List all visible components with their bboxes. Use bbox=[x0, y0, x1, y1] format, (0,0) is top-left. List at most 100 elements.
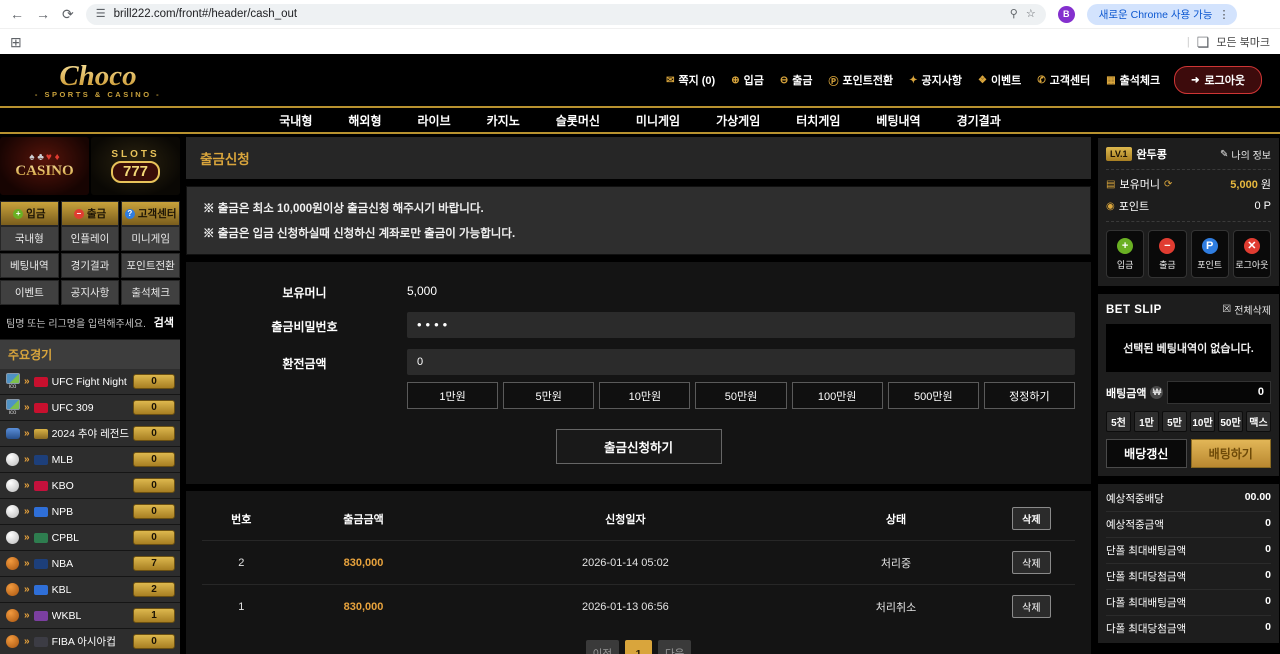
sidebar-menu-button[interactable]: 베팅내역 bbox=[0, 253, 59, 278]
clear-all-button[interactable]: ☒ 전체삭제 bbox=[1222, 302, 1271, 317]
nav-item[interactable]: 슬롯머신 bbox=[556, 112, 600, 129]
bet-quick-button[interactable]: 50만 bbox=[1218, 411, 1243, 432]
quick-amount-button[interactable]: 5만원 bbox=[503, 382, 594, 409]
sidebar-menu-button[interactable]: 이벤트 bbox=[0, 280, 59, 305]
site-info-icon[interactable]: ☰ bbox=[96, 9, 106, 20]
bet-amount-input[interactable]: 0 bbox=[1167, 381, 1271, 404]
page-current-button[interactable]: 1 bbox=[625, 640, 652, 654]
user-action-button[interactable]: P 포인트 bbox=[1191, 230, 1229, 278]
user-action-button[interactable]: + 입금 bbox=[1106, 230, 1144, 278]
forward-icon[interactable]: → bbox=[36, 7, 50, 21]
bookmark-star-icon[interactable]: ☆ bbox=[1026, 9, 1036, 20]
sidebar-quick-button[interactable]: − 출금 bbox=[61, 201, 120, 226]
nav-item[interactable]: 가상게임 bbox=[716, 112, 760, 129]
quick-amount-button[interactable]: 50만원 bbox=[695, 382, 786, 409]
quick-amount-button[interactable]: 정정하기 bbox=[984, 382, 1075, 409]
nav-item[interactable]: 라이브 bbox=[417, 112, 450, 129]
league-count-badge[interactable]: 0 bbox=[133, 452, 175, 467]
nav-item[interactable]: 해외형 bbox=[348, 112, 381, 129]
league-row[interactable]: » WKBL 1 bbox=[0, 603, 180, 629]
league-row[interactable]: ico » UFC 309 0 bbox=[0, 395, 180, 421]
reload-icon[interactable]: ⟳ bbox=[62, 7, 74, 21]
sidebar-menu-button[interactable]: 공지사항 bbox=[61, 280, 120, 305]
address-bar[interactable]: ☰ brill222.com/front#/header/cash_out ⚲ … bbox=[86, 4, 1046, 25]
league-count-badge[interactable]: 1 bbox=[133, 608, 175, 623]
league-row[interactable]: » KBL 2 bbox=[0, 577, 180, 603]
quick-amount-button[interactable]: 100만원 bbox=[792, 382, 883, 409]
browser-menu-icon[interactable]: ⋮ bbox=[1218, 8, 1229, 21]
league-count-badge[interactable]: 0 bbox=[133, 530, 175, 545]
top-menu-item[interactable]: Ⓟ 포인트전환 bbox=[828, 72, 893, 88]
league-count-badge[interactable]: 0 bbox=[133, 426, 175, 441]
nav-item[interactable]: 카지노 bbox=[487, 112, 520, 129]
top-menu-item[interactable]: ✉ 쪽지 (0) bbox=[666, 72, 715, 88]
league-row[interactable]: » KBO 0 bbox=[0, 473, 180, 499]
league-count-badge[interactable]: 0 bbox=[133, 400, 175, 415]
bet-quick-button[interactable]: 10만 bbox=[1190, 411, 1215, 432]
delete-button[interactable]: 삭제 bbox=[1012, 595, 1050, 618]
top-menu-item[interactable]: ❖ 이벤트 bbox=[978, 72, 1021, 88]
key-icon[interactable]: ⚲ bbox=[1010, 9, 1018, 20]
league-count-badge[interactable]: 0 bbox=[133, 504, 175, 519]
amount-field[interactable]: 0 bbox=[407, 349, 1075, 375]
back-icon[interactable]: ← bbox=[10, 7, 24, 21]
user-action-button[interactable]: ✕ 로그아웃 bbox=[1233, 230, 1271, 278]
nav-item[interactable]: 터치게임 bbox=[796, 112, 840, 129]
league-row[interactable]: » 2024 추야 레전드컵 0 bbox=[0, 421, 180, 447]
quick-amount-button[interactable]: 500만원 bbox=[888, 382, 979, 409]
league-count-badge[interactable]: 2 bbox=[133, 582, 175, 597]
league-row[interactable]: » CPBL 0 bbox=[0, 525, 180, 551]
league-row[interactable]: » FIBA 아시아컵 0 bbox=[0, 629, 180, 654]
top-menu-item[interactable]: ⊕ 입금 bbox=[731, 72, 764, 88]
search-input[interactable]: 팀명 또는 리그명을 입력해주세요. bbox=[6, 315, 146, 330]
league-count-badge[interactable]: 0 bbox=[133, 374, 175, 389]
league-row[interactable]: ico » UFC Fight Night 0 bbox=[0, 369, 180, 395]
nav-item[interactable]: 국내형 bbox=[279, 112, 312, 129]
sidebar-quick-button[interactable]: ? 고객센터 bbox=[121, 201, 180, 226]
slots-banner[interactable]: SLOTS 777 bbox=[91, 137, 180, 195]
league-count-badge[interactable]: 7 bbox=[133, 556, 175, 571]
top-menu-item[interactable]: ✦ 공지사항 bbox=[909, 72, 962, 88]
url-text[interactable]: brill222.com/front#/header/cash_out bbox=[114, 8, 1002, 20]
chrome-update-pill[interactable]: 새로운 Chrome 사용 가능 ⋮ bbox=[1087, 4, 1238, 25]
page-next-button[interactable]: 다음 bbox=[658, 640, 691, 654]
password-field[interactable]: •••• bbox=[407, 312, 1075, 338]
sidebar-menu-button[interactable]: 인플레이 bbox=[61, 226, 120, 251]
bet-quick-button[interactable]: 맥스 bbox=[1246, 411, 1271, 432]
user-action-button[interactable]: − 출금 bbox=[1148, 230, 1186, 278]
refresh-icon[interactable]: ⟳ bbox=[1164, 179, 1172, 190]
bet-quick-button[interactable]: 1만 bbox=[1134, 411, 1159, 432]
sidebar-menu-button[interactable]: 국내형 bbox=[0, 226, 59, 251]
sidebar-menu-button[interactable]: 출석체크 bbox=[121, 280, 180, 305]
nav-item[interactable]: 경기결과 bbox=[957, 112, 1001, 129]
search-button[interactable]: 검색 bbox=[154, 314, 174, 330]
league-count-badge[interactable]: 0 bbox=[133, 478, 175, 493]
bet-quick-button[interactable]: 5만 bbox=[1162, 411, 1187, 432]
casino-banner[interactable]: ♠ ♣ ♥ ♦ CASINO bbox=[0, 137, 89, 195]
quick-amount-button[interactable]: 1만원 bbox=[407, 382, 498, 409]
sidebar-menu-button[interactable]: 미니게임 bbox=[121, 226, 180, 251]
league-row[interactable]: » MLB 0 bbox=[0, 447, 180, 473]
bet-quick-button[interactable]: 5천 bbox=[1106, 411, 1131, 432]
odds-refresh-button[interactable]: 배당갱신 bbox=[1106, 439, 1187, 468]
league-count-badge[interactable]: 0 bbox=[133, 634, 175, 649]
my-info-link[interactable]: ✎ 나의 정보 bbox=[1220, 147, 1271, 162]
quick-amount-button[interactable]: 10만원 bbox=[599, 382, 690, 409]
league-row[interactable]: » NPB 0 bbox=[0, 499, 180, 525]
nav-item[interactable]: 베팅내역 bbox=[876, 112, 920, 129]
top-menu-item[interactable]: ⊖ 출금 bbox=[780, 72, 813, 88]
top-menu-item[interactable]: ▦ 출석체크 bbox=[1106, 72, 1160, 88]
page-prev-button[interactable]: 이전 bbox=[586, 640, 619, 654]
place-bet-button[interactable]: 배팅하기 bbox=[1191, 439, 1272, 468]
withdraw-submit-button[interactable]: 출금신청하기 bbox=[556, 429, 722, 464]
top-menu-item[interactable]: ✆ 고객센터 bbox=[1037, 72, 1090, 88]
nav-item[interactable]: 미니게임 bbox=[636, 112, 680, 129]
delete-button[interactable]: 삭제 bbox=[1012, 551, 1050, 574]
logout-button[interactable]: ➜ 로그아웃 bbox=[1174, 66, 1262, 94]
sidebar-menu-button[interactable]: 경기결과 bbox=[61, 253, 120, 278]
sidebar-quick-button[interactable]: + 입금 bbox=[0, 201, 59, 226]
apps-grid-icon[interactable]: ⊞ bbox=[10, 35, 22, 49]
all-bookmarks-label[interactable]: 모든 북마크 bbox=[1216, 34, 1270, 50]
league-row[interactable]: » NBA 7 bbox=[0, 551, 180, 577]
site-logo[interactable]: Choco - SPORTS & CASINO - bbox=[18, 62, 178, 99]
